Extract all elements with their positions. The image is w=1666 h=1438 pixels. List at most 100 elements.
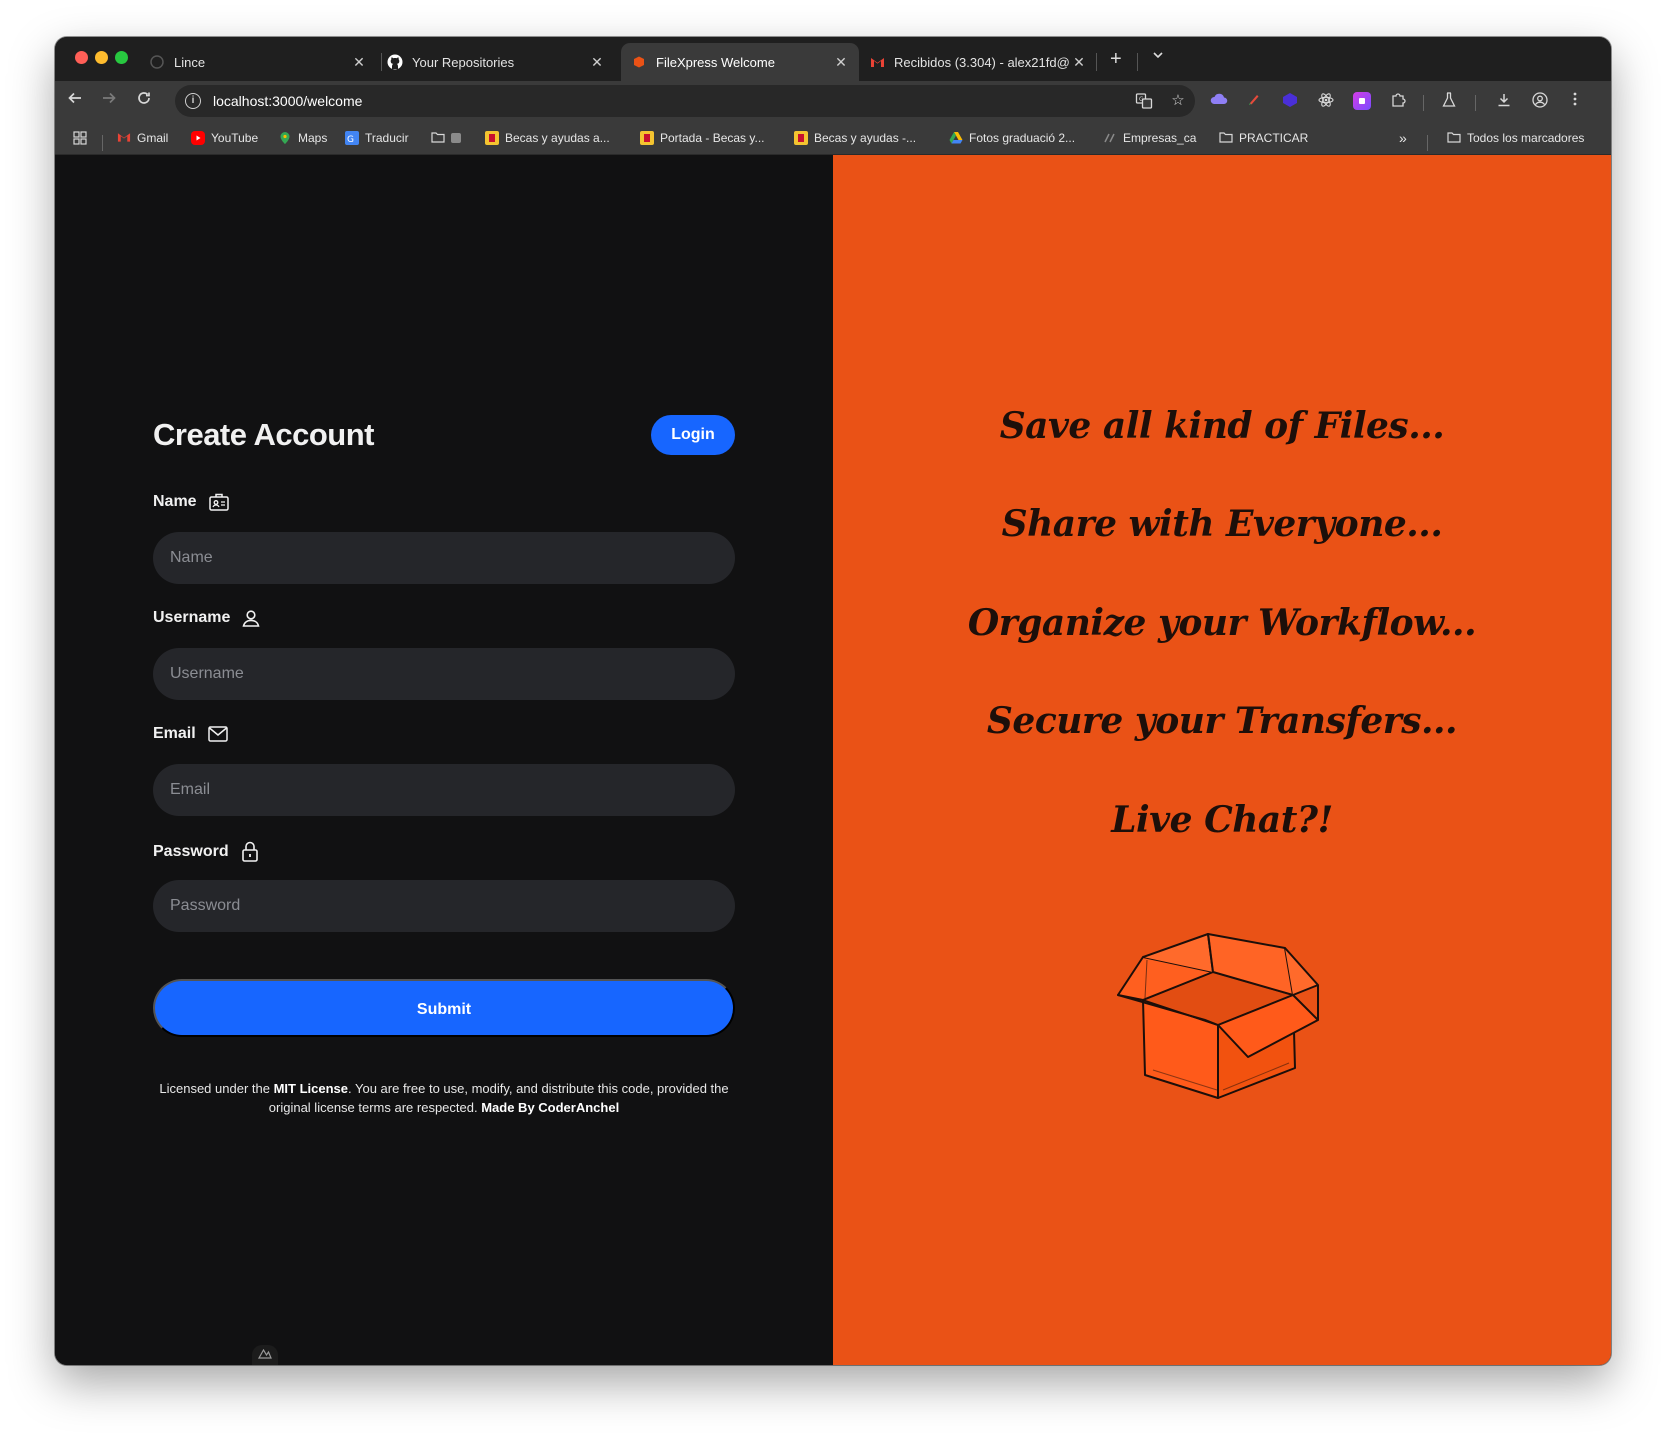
field-label-text: Username bbox=[153, 609, 231, 626]
tagline: Secure your Transfers... bbox=[986, 700, 1458, 742]
bookmarks-bar: Gmail YouTube Maps G Traducir Becas y ay… bbox=[55, 121, 1611, 155]
extensions-puzzle-icon[interactable] bbox=[1389, 92, 1407, 110]
browser-menu-icon[interactable] bbox=[1566, 92, 1584, 110]
spain-shield-icon bbox=[794, 131, 808, 145]
reload-icon[interactable] bbox=[133, 90, 155, 112]
minimize-window-button[interactable] bbox=[95, 51, 108, 64]
spain-shield-icon bbox=[485, 131, 499, 145]
promo-panel: Save all kind of Files... Share with Eve… bbox=[833, 155, 1611, 1365]
bookmark-practicar[interactable]: PRACTICAR bbox=[1219, 129, 1308, 147]
gmail-icon bbox=[117, 131, 131, 145]
extension-gradient-icon[interactable] bbox=[1353, 92, 1371, 110]
url-text[interactable]: localhost:3000/welcome bbox=[213, 93, 362, 109]
bookmark-gmail[interactable]: Gmail bbox=[117, 129, 168, 147]
bookmark-fotos[interactable]: Fotos graduació 2... bbox=[949, 129, 1075, 147]
bookmark-becas-1[interactable]: Becas y ayudas a... bbox=[485, 129, 610, 147]
close-window-button[interactable] bbox=[75, 51, 88, 64]
react-devtools-icon[interactable] bbox=[1317, 92, 1335, 110]
email-input[interactable] bbox=[153, 764, 735, 816]
page-content: Create Account Login Name Username Email bbox=[55, 155, 1611, 1365]
close-tab-icon[interactable]: ✕ bbox=[1071, 54, 1087, 71]
name-label: Name bbox=[153, 493, 229, 511]
bookmark-becas-2[interactable]: Becas y ayudas -... bbox=[794, 129, 916, 147]
bookmark-label: YouTube bbox=[211, 131, 259, 145]
signup-panel: Create Account Login Name Username Email bbox=[55, 155, 833, 1365]
mail-icon bbox=[207, 726, 228, 742]
tab-gmail-inbox[interactable]: Recibidos (3.304) - alex21fd@ ✕ bbox=[859, 43, 1097, 81]
bookmark-label: Traducir bbox=[365, 131, 409, 145]
field-label-text: Email bbox=[153, 725, 196, 742]
extension-cube-icon[interactable] bbox=[1281, 92, 1299, 110]
field-label-text: Password bbox=[153, 842, 229, 860]
svg-text:G: G bbox=[347, 135, 354, 145]
license-name: MIT License bbox=[273, 1081, 348, 1096]
submit-button[interactable]: Submit bbox=[153, 979, 735, 1037]
profile-avatar-icon[interactable] bbox=[1531, 92, 1549, 110]
tagline: Share with Everyone... bbox=[1001, 503, 1443, 545]
author-credit: Made By CoderAnchel bbox=[481, 1100, 620, 1115]
address-bar[interactable]: i localhost:3000/welcome G ☆ bbox=[175, 85, 1195, 117]
maps-icon bbox=[278, 131, 292, 145]
tagline: Organize your Workflow... bbox=[967, 602, 1477, 644]
youtube-icon bbox=[191, 131, 205, 145]
download-icon[interactable] bbox=[1495, 92, 1513, 110]
bookmark-star-icon[interactable]: ☆ bbox=[1169, 92, 1187, 110]
bookmark-label: Becas y ayudas -... bbox=[814, 131, 917, 145]
tab-lince[interactable]: Lince ✕ bbox=[139, 43, 377, 81]
close-tab-icon[interactable]: ✕ bbox=[833, 54, 849, 71]
site-info-icon[interactable]: i bbox=[185, 93, 201, 109]
field-label-text: Name bbox=[153, 493, 197, 510]
bookmark-label: Fotos graduació 2... bbox=[969, 131, 1076, 145]
password-input[interactable] bbox=[153, 880, 735, 932]
new-tab-button[interactable]: + bbox=[1110, 49, 1122, 69]
username-input[interactable] bbox=[153, 648, 735, 700]
apps-grid-icon[interactable] bbox=[73, 129, 87, 147]
lock-icon bbox=[241, 841, 258, 862]
tab-title: Your Repositories bbox=[412, 54, 515, 70]
folder-icon bbox=[1219, 131, 1233, 145]
id-card-icon bbox=[208, 493, 229, 511]
bookmark-folder[interactable] bbox=[431, 129, 467, 147]
bookmark-label: PRACTICAR bbox=[1239, 131, 1309, 145]
close-tab-icon[interactable]: ✕ bbox=[589, 54, 605, 71]
login-button[interactable]: Login bbox=[651, 415, 735, 455]
translate-icon[interactable]: G bbox=[1135, 92, 1153, 110]
labs-flask-icon[interactable] bbox=[1440, 92, 1458, 110]
browser-window: Lince ✕ Your Repositories ✕ FileXpress W… bbox=[55, 37, 1611, 1365]
tab-your-repositories[interactable]: Your Repositories ✕ bbox=[377, 43, 615, 81]
tab-search-chevron-icon[interactable] bbox=[1152, 49, 1164, 64]
bookmark-empresas[interactable]: Empresas_ca bbox=[1103, 129, 1196, 147]
bookmarks-overflow-button[interactable]: » bbox=[1399, 129, 1407, 147]
tab-title: FileXpress Welcome bbox=[656, 54, 775, 70]
bookmark-label: Maps bbox=[298, 131, 328, 145]
folder-icon bbox=[431, 131, 445, 145]
tab-divider bbox=[1096, 53, 1097, 71]
spain-shield-icon bbox=[640, 131, 654, 145]
open-box-icon bbox=[1117, 933, 1319, 1099]
tab-title: Lince bbox=[174, 54, 206, 70]
bookmark-youtube[interactable]: YouTube bbox=[191, 129, 258, 147]
close-tab-icon[interactable]: ✕ bbox=[351, 54, 367, 71]
browser-toolbar: i localhost:3000/welcome G ☆ bbox=[55, 81, 1611, 121]
bookmark-label: Empresas_ca bbox=[1123, 131, 1197, 145]
tab-filexpress-welcome[interactable]: FileXpress Welcome ✕ bbox=[621, 43, 859, 81]
email-label: Email bbox=[153, 725, 228, 743]
forward-arrow-icon[interactable] bbox=[98, 90, 120, 112]
tab-title: Recibidos (3.304) - alex21fd@ bbox=[894, 54, 1070, 70]
extension-pen-icon[interactable] bbox=[1245, 92, 1263, 110]
bookmark-traducir[interactable]: G Traducir bbox=[345, 129, 409, 147]
lock-mini-icon bbox=[451, 133, 461, 143]
all-bookmarks-folder[interactable]: Todos los marcadores bbox=[1447, 129, 1584, 147]
maximize-window-button[interactable] bbox=[115, 51, 128, 64]
bookmark-portada-becas[interactable]: Portada - Becas y... bbox=[640, 129, 765, 147]
translate-icon: G bbox=[345, 131, 359, 145]
extension-cloud-icon[interactable] bbox=[1210, 92, 1228, 110]
name-input[interactable] bbox=[153, 532, 735, 584]
dev-tools-badge-icon[interactable] bbox=[252, 1345, 278, 1365]
license-notice: Licensed under the MIT License. You are … bbox=[153, 1079, 735, 1117]
toolbar-divider bbox=[1423, 95, 1424, 111]
bookmark-maps[interactable]: Maps bbox=[278, 129, 327, 147]
bookmark-label: Becas y ayudas a... bbox=[505, 131, 610, 145]
filexpress-favicon bbox=[631, 54, 647, 70]
back-arrow-icon[interactable] bbox=[64, 90, 86, 112]
